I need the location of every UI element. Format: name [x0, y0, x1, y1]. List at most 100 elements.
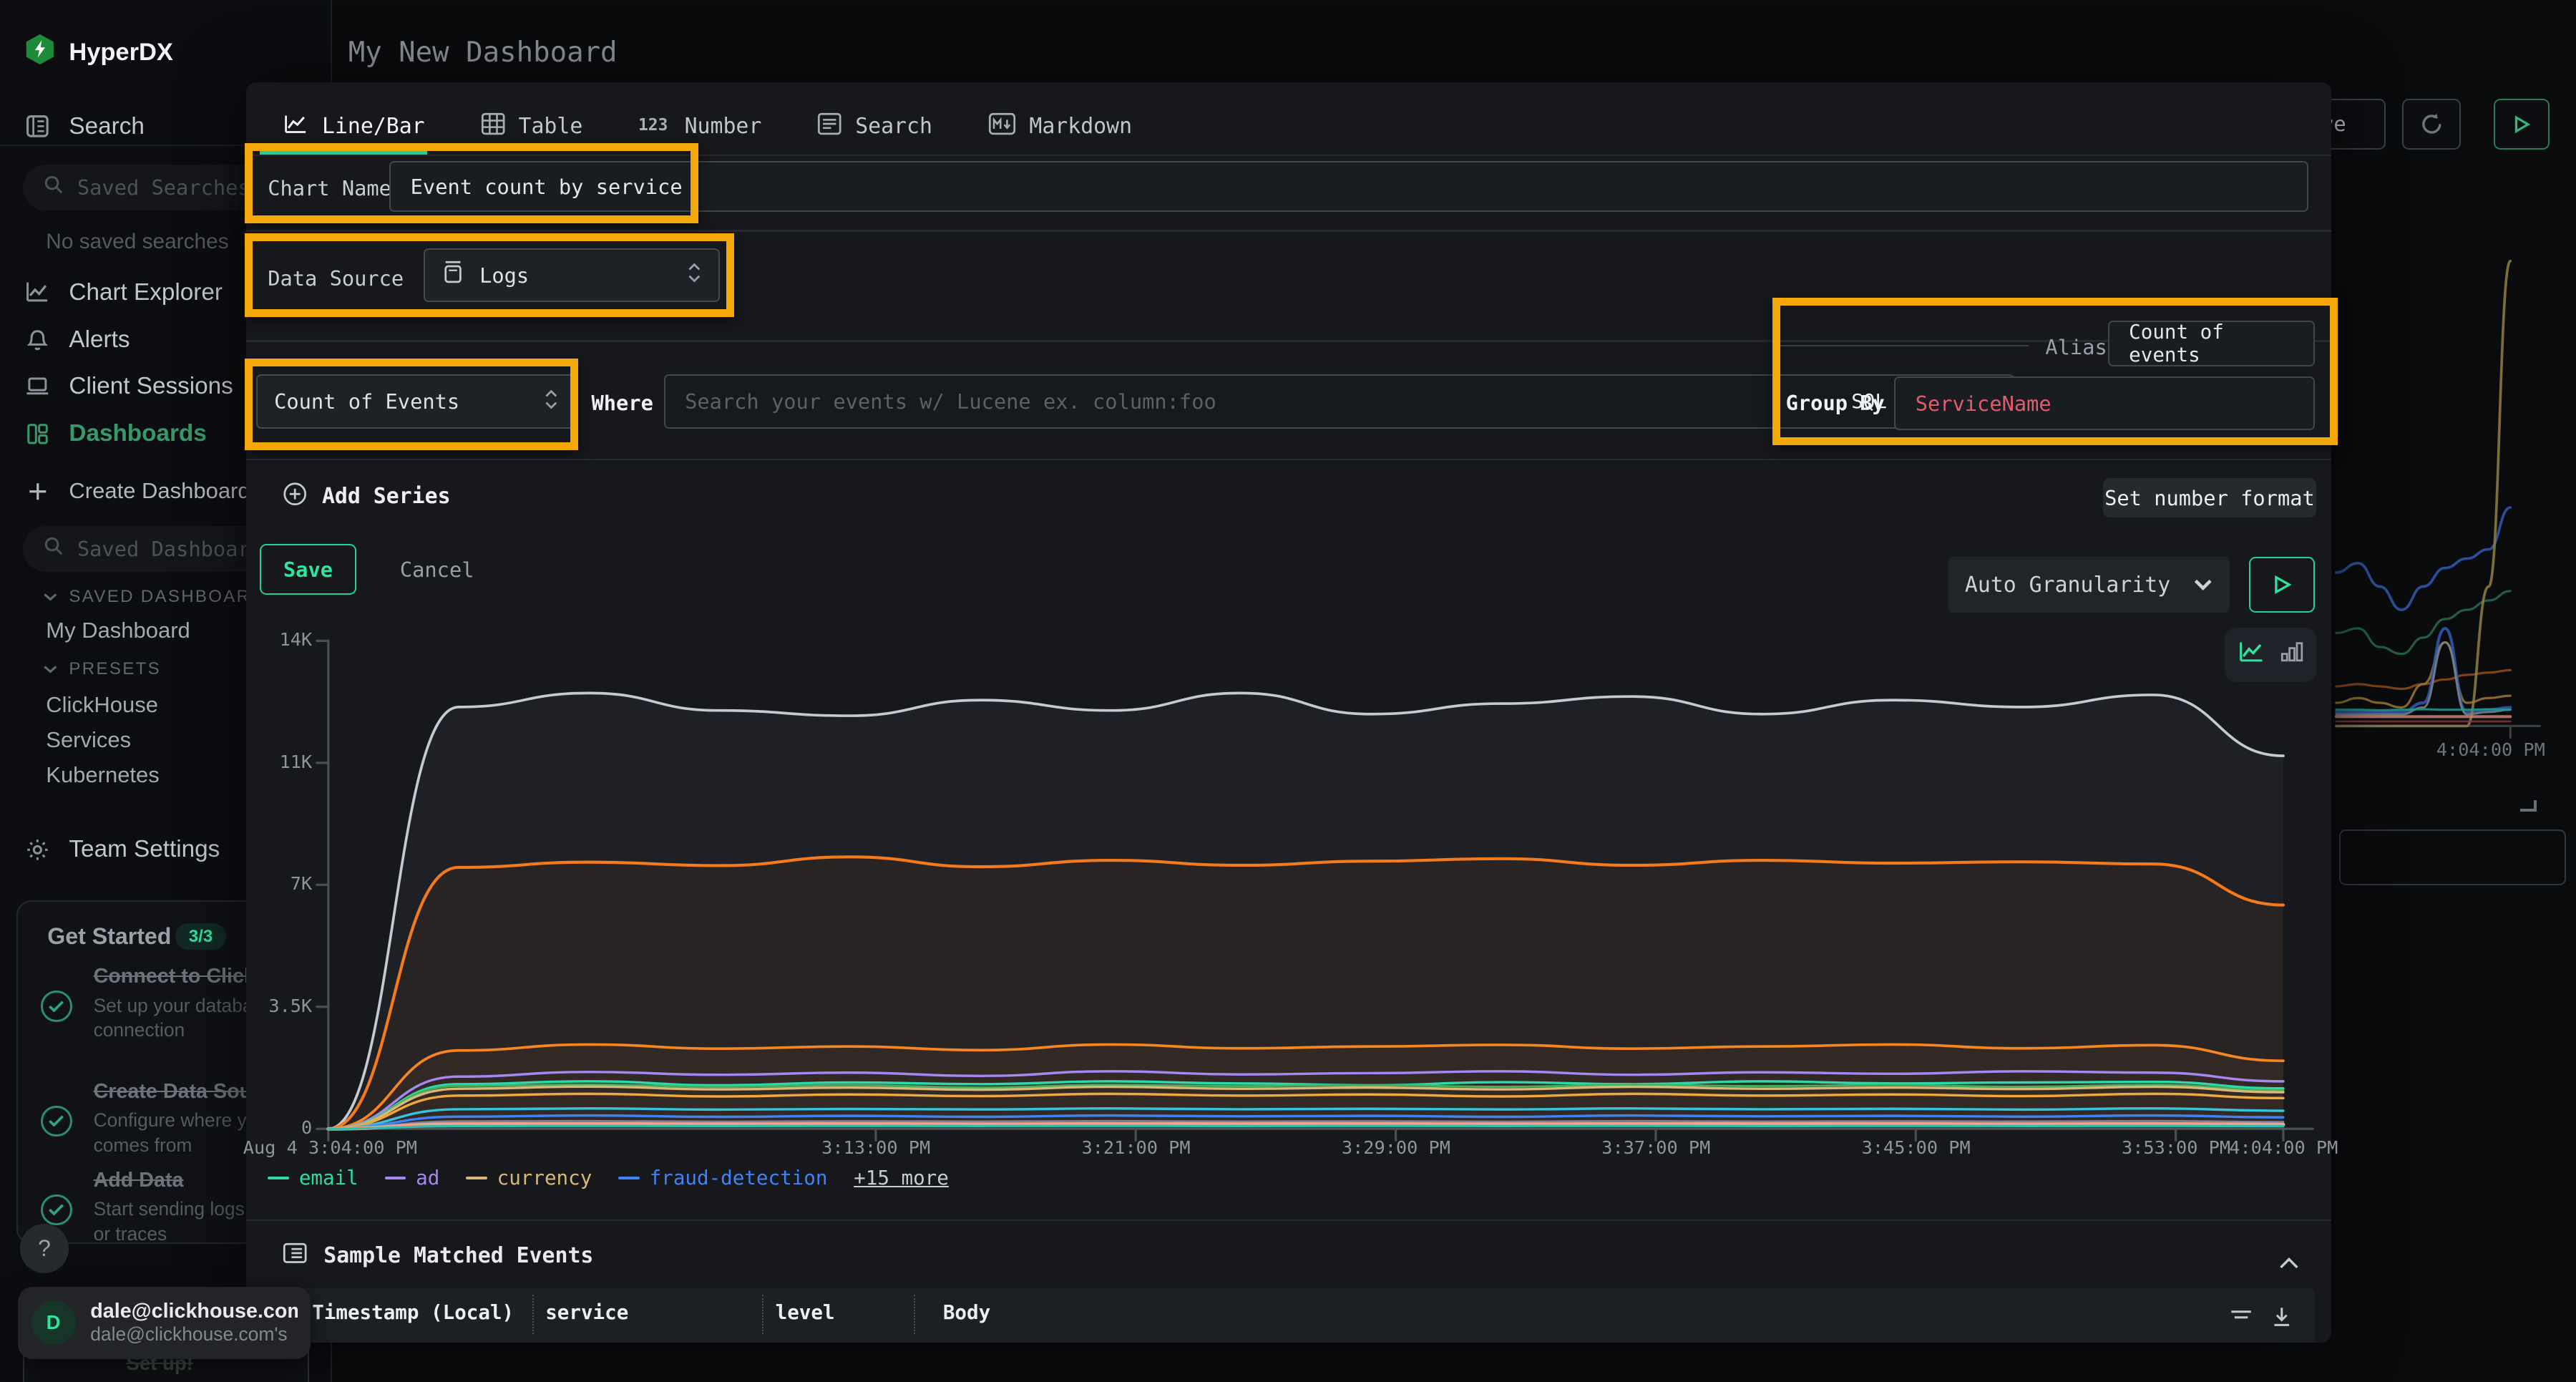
chart-name-input[interactable]: Event count by service [389, 161, 2308, 212]
y-tick-label: 3.5K [246, 996, 312, 1016]
play-button[interactable] [2249, 557, 2315, 613]
dashboard-link[interactable]: My Dashboard [46, 618, 190, 643]
y-tick-label: 7K [246, 873, 312, 894]
group-by-input[interactable]: ServiceName [1894, 376, 2315, 431]
background-tile-chart [2331, 246, 2576, 789]
legend-swatch [466, 1177, 487, 1180]
tab-label: Search [855, 114, 932, 139]
set-number-format-button[interactable]: Set number format [2103, 478, 2316, 517]
tab-doc-icon [817, 112, 841, 141]
chart-type-tabs: Line/Bar Table 123Number Search Markdown [283, 102, 1132, 151]
run-query-button[interactable] [2494, 99, 2550, 150]
tab-label: Table [518, 114, 582, 139]
x-tick-label: 4:04:00 PM [2229, 1137, 2338, 1158]
profile-name: dale@clickhouse.com [90, 1300, 297, 1323]
dashboard-link[interactable]: Kubernetes [46, 762, 159, 788]
column-header-level[interactable]: level [776, 1301, 835, 1324]
line-chart-icon [24, 279, 51, 306]
chevron-down-icon [2193, 573, 2213, 598]
check-circle-icon [41, 1194, 72, 1226]
column-separator[interactable] [532, 1295, 534, 1334]
help-button[interactable]: ? [20, 1224, 69, 1273]
gear-icon [24, 837, 51, 863]
tab-search[interactable]: Search [817, 112, 932, 141]
cancel-button[interactable]: Cancel [386, 544, 488, 595]
chevron-down-icon [43, 659, 58, 679]
group-by-value: ServiceName [1916, 391, 2051, 416]
sidebar-item-label: Alerts [69, 326, 130, 354]
download-icon[interactable] [2272, 1303, 2292, 1334]
bell-icon [24, 327, 51, 354]
background-input[interactable] [2339, 829, 2566, 885]
sample-events-title: Sample Matched Events [323, 1243, 593, 1268]
section-saved-dashboards[interactable]: SAVED DASHBOARDS [43, 587, 278, 607]
legend-item-ad[interactable]: ad [385, 1167, 440, 1189]
logo-text: HyperDX [69, 39, 172, 67]
background-x-tick-label: 4:04:00 PM [2436, 739, 2545, 760]
sidebar-item-label: Team Settings [69, 836, 220, 863]
add-series-button[interactable]: Add Series [283, 482, 451, 512]
granularity-value: Auto Granularity [1965, 573, 2170, 598]
legend-swatch [268, 1177, 289, 1180]
legend-item-email[interactable]: email [268, 1167, 358, 1189]
create-dashboard-label: Create Dashboard [69, 478, 250, 504]
chart-legend: email ad currency fraud-detection +15 more [268, 1167, 949, 1189]
svg-text:123: 123 [638, 116, 668, 135]
profile-subtitle: dale@clickhouse.com's [90, 1323, 297, 1345]
column-separator[interactable] [762, 1295, 763, 1334]
tab-table[interactable]: Table [481, 112, 583, 141]
user-profile-popover[interactable]: D dale@clickhouse.com dale@clickhouse.co… [18, 1287, 311, 1359]
y-tick-label: 14K [246, 629, 312, 650]
x-tick-label: 3:53:00 PM [2122, 1137, 2230, 1158]
chevron-up-icon[interactable] [2278, 1245, 2300, 1276]
avatar: D [31, 1300, 76, 1345]
data-source-value: Logs [479, 263, 529, 288]
dashboard-link[interactable]: ClickHouse [46, 692, 158, 718]
plus-icon [24, 478, 51, 505]
column-settings-icon[interactable] [2230, 1303, 2253, 1334]
circle-plus-icon [283, 482, 307, 512]
x-tick-label: 3:21:00 PM [1082, 1137, 1191, 1158]
column-separator[interactable] [914, 1295, 915, 1334]
aggregation-select[interactable]: Count of Events [256, 374, 577, 429]
resize-handle-icon[interactable] [2520, 800, 2537, 812]
event-count-chart[interactable] [263, 628, 2319, 1163]
list-doc-icon [283, 1242, 307, 1270]
legend-swatch [618, 1177, 640, 1180]
where-placeholder: Search your events w/ Lucene ex. column:… [685, 389, 1216, 414]
column-header-timestamp-local-[interactable]: Timestamp (Local) [312, 1301, 514, 1324]
updown-chevrons-icon [544, 388, 559, 416]
saved-dashboards-placeholder: Saved Dashboards [77, 537, 275, 561]
where-label: Where [592, 391, 653, 415]
tab-markdown[interactable]: Markdown [988, 112, 1132, 141]
events-table-header: Timestamp (Local) service level Body [263, 1288, 2315, 1343]
hyperdx-logo-icon [24, 33, 56, 72]
legend-item-currency[interactable]: currency [466, 1167, 592, 1189]
get-started-badge: 3/3 [175, 923, 225, 950]
sample-events-header[interactable]: Sample Matched Events [283, 1242, 594, 1270]
y-tick-label: 11K [246, 751, 312, 772]
section-presets[interactable]: PRESETS [43, 659, 161, 679]
legend-label: email [299, 1167, 358, 1189]
legend-more-link[interactable]: +15 more [854, 1167, 949, 1189]
legend-label: ad [416, 1167, 439, 1189]
granularity-select[interactable]: Auto Granularity [1948, 557, 2230, 613]
alias-input[interactable]: Count of events [2108, 321, 2315, 366]
legend-item-fraud-detection[interactable]: fraud-detection [618, 1167, 827, 1189]
save-label: Save [283, 558, 333, 582]
tab-line-bar[interactable]: Line/Bar [283, 112, 425, 141]
column-header-service[interactable]: service [545, 1301, 628, 1324]
search-icon [43, 174, 64, 200]
chart-editor-modal: Line/BarTable123NumberSearchMarkdown Cha… [246, 82, 2331, 1343]
logo[interactable]: HyperDX [24, 33, 172, 72]
x-tick-label: 3:37:00 PM [1601, 1137, 1710, 1158]
column-header-body[interactable]: Body [943, 1301, 990, 1324]
refresh-button[interactable] [2402, 99, 2462, 150]
dashboard-link[interactable]: Services [46, 727, 131, 753]
x-tick-label: 3:29:00 PM [1342, 1137, 1450, 1158]
save-button[interactable]: Save [260, 544, 356, 595]
laptop-icon [24, 373, 51, 399]
tab-number[interactable]: 123Number [638, 112, 761, 141]
data-source-select[interactable]: Logs [424, 248, 719, 303]
chevron-down-icon [43, 587, 58, 607]
